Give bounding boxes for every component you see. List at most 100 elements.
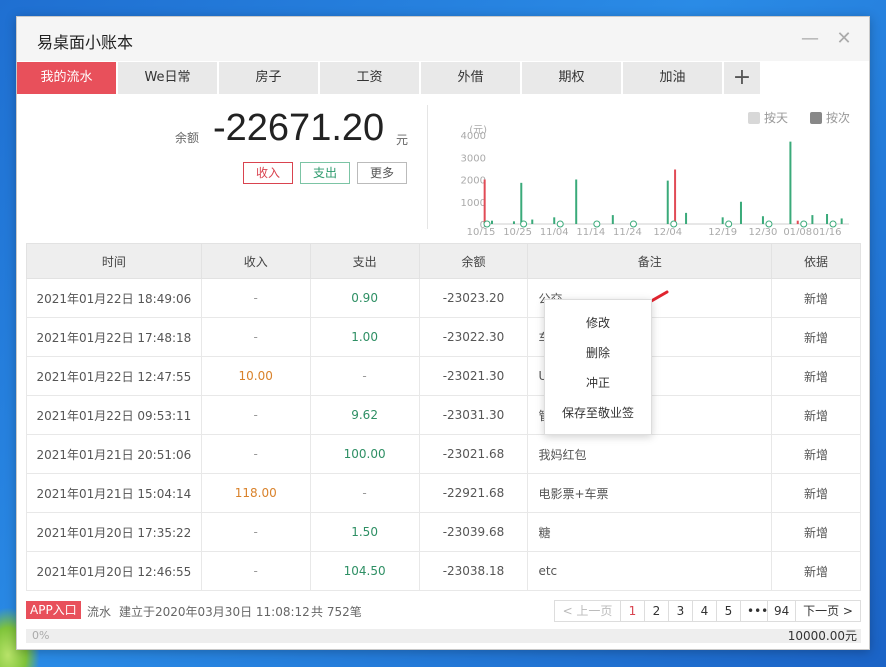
page-4[interactable]: 4 bbox=[692, 600, 717, 622]
table-row[interactable]: 2021年01月22日 18:49:06-0.90-23023.20公交新增 bbox=[26, 278, 861, 318]
cell-balance: -23031.30 bbox=[418, 395, 529, 435]
pagination: < 上一页 1 2 3 4 5 ••• 94 下一页 > bbox=[554, 600, 861, 622]
cell-time: 2021年01月21日 20:51:06 bbox=[26, 434, 202, 474]
cell-expense: 1.50 bbox=[309, 512, 420, 552]
page-5[interactable]: 5 bbox=[716, 600, 741, 622]
menu-item-reverse[interactable]: 冲正 bbox=[545, 368, 651, 398]
cell-income: 10.00 bbox=[200, 356, 311, 396]
cell-income: - bbox=[200, 317, 311, 357]
table-row[interactable]: 2021年01月21日 15:04:14 118.00- -22921.68 电影票+… bbox=[26, 473, 861, 513]
next-page-button[interactable]: 下一页 > bbox=[795, 600, 861, 622]
more-button[interactable]: 更多 bbox=[357, 162, 407, 184]
tab-options[interactable]: 期权 bbox=[522, 62, 621, 94]
col-note[interactable]: 备注 bbox=[527, 243, 773, 279]
tab-fuel[interactable]: 加油 bbox=[623, 62, 722, 94]
tab-my-flow[interactable]: 我的流水 bbox=[17, 62, 116, 94]
cell-basis: 新增 bbox=[771, 434, 861, 474]
balance-unit: 元 bbox=[396, 133, 409, 147]
cell-time: 2021年01月22日 17:48:18 bbox=[26, 317, 202, 357]
cell-time: 2021年01月22日 12:47:55 bbox=[26, 356, 202, 396]
table-row[interactable]: 2021年01月21日 20:51:06-100.00 -23021.68 我妈红包… bbox=[26, 434, 861, 474]
x-tick-label: 11/14 bbox=[576, 227, 605, 235]
close-icon[interactable]: ✕ bbox=[832, 27, 856, 51]
table-row[interactable]: 2021年01月22日 09:53:11-9.62-23031.30管新增 bbox=[26, 395, 861, 435]
cell-expense: 104.50 bbox=[309, 551, 420, 591]
budget-total: 10000.00元 bbox=[787, 629, 857, 643]
x-tick-label: 10/25 bbox=[503, 227, 532, 235]
footer-bar: APP入口 流水 建立于2020年03月30日 11:08:12 共 752笔 … bbox=[26, 600, 861, 622]
page-1[interactable]: 1 bbox=[620, 600, 645, 622]
table-row[interactable]: 2021年01月22日 12:47:55 10.00- -23021.30 U 新增 bbox=[26, 356, 861, 396]
cell-time: 2021年01月22日 09:53:11 bbox=[26, 395, 202, 435]
y-tick-label: 2000 bbox=[461, 176, 486, 187]
table-row[interactable]: 2021年01月20日 17:35:22-1.50 -23039.68 糖新增 bbox=[26, 512, 861, 552]
tab-house[interactable]: 房子 bbox=[219, 62, 318, 94]
axis-marker bbox=[829, 220, 837, 228]
axis-marker bbox=[483, 220, 491, 228]
col-balance[interactable]: 余额 bbox=[418, 243, 529, 279]
tab-loan[interactable]: 外借 bbox=[421, 62, 520, 94]
menu-item-save-to-note[interactable]: 保存至敬业签 bbox=[545, 398, 651, 428]
income-button[interactable]: 收入 bbox=[243, 162, 293, 184]
menu-item-edit[interactable]: 修改 bbox=[545, 308, 651, 338]
x-tick-label: 12/04 bbox=[653, 227, 682, 235]
cell-time: 2021年01月20日 17:35:22 bbox=[26, 512, 202, 552]
cell-basis: 新增 bbox=[771, 356, 861, 396]
created-date: 建立于2020年03月30日 11:08:12 bbox=[119, 605, 310, 619]
table-row[interactable]: 2021年01月22日 17:48:18-1.00-23022.30车新增 bbox=[26, 317, 861, 357]
tab-we-daily[interactable]: We日常 bbox=[118, 62, 217, 94]
cell-basis: 新增 bbox=[771, 395, 861, 435]
cell-time: 2021年01月20日 12:46:55 bbox=[26, 551, 202, 591]
cell-basis: 新增 bbox=[771, 278, 861, 318]
app-window: 易桌面小账本 — ✕ 我的流水 We日常 房子 工资 外借 期权 加油 + 余额… bbox=[16, 16, 870, 650]
ledger-name: 流水 bbox=[87, 605, 112, 619]
summary-divider bbox=[427, 105, 428, 229]
cell-basis: 新增 bbox=[771, 551, 861, 591]
x-tick-label: 10/15 bbox=[467, 227, 496, 235]
page-3[interactable]: 3 bbox=[668, 600, 693, 622]
col-income[interactable]: 收入 bbox=[200, 243, 311, 279]
page-2[interactable]: 2 bbox=[644, 600, 669, 622]
cell-income: - bbox=[200, 551, 311, 591]
y-tick-label: 1000 bbox=[461, 198, 486, 209]
trend-chart: (元)4000300020001000010/15 10/25 11/04 11/14… bbox=[461, 125, 849, 235]
cell-expense: 100.00 bbox=[309, 434, 420, 474]
cell-basis: 新增 bbox=[771, 512, 861, 552]
prev-page-button[interactable]: < 上一页 bbox=[554, 600, 621, 622]
cell-balance: -23022.30 bbox=[418, 317, 529, 357]
balance-label: 余额 bbox=[175, 131, 200, 145]
x-tick-label: 11/04 bbox=[540, 227, 569, 235]
table-row[interactable]: 2021年01月20日 12:46:55-104.50 -23038.18 etc 新… bbox=[26, 551, 861, 591]
app-entry-button[interactable]: APP入口 bbox=[26, 601, 81, 619]
col-basis[interactable]: 依据 bbox=[771, 243, 861, 279]
balance-value: -22671.20 bbox=[213, 107, 385, 149]
cell-time: 2021年01月22日 18:49:06 bbox=[26, 278, 202, 318]
col-expense[interactable]: 支出 bbox=[309, 243, 420, 279]
axis-marker bbox=[593, 220, 601, 228]
menu-item-delete[interactable]: 删除 bbox=[545, 338, 651, 368]
axis-marker bbox=[725, 220, 733, 228]
cell-balance: -23038.18 bbox=[418, 551, 529, 591]
x-tick-label: 12/19 bbox=[708, 227, 737, 235]
ledger-table: 时间 收入 支出 余额 备注 依据 2021年01月22日 18:49:06-0… bbox=[26, 243, 861, 591]
budget-progress: 0% 10000.00元 bbox=[26, 629, 861, 643]
cell-balance: -22921.68 bbox=[418, 473, 529, 513]
axis-marker bbox=[556, 220, 564, 228]
context-menu: 修改 删除 冲正 保存至敬业签 bbox=[544, 299, 652, 435]
cell-income: - bbox=[200, 395, 311, 435]
y-tick-label: 4000 bbox=[461, 131, 486, 142]
col-time[interactable]: 时间 bbox=[26, 243, 202, 279]
axis-marker bbox=[765, 220, 773, 228]
y-tick-label: 3000 bbox=[461, 153, 486, 164]
cell-balance: -23021.30 bbox=[418, 356, 529, 396]
cell-income: - bbox=[200, 512, 311, 552]
page-94[interactable]: 94 bbox=[767, 600, 796, 622]
minimize-icon[interactable]: — bbox=[798, 27, 822, 51]
x-tick-label: 12/30 bbox=[749, 227, 778, 235]
cell-basis: 新增 bbox=[771, 473, 861, 513]
tab-salary[interactable]: 工资 bbox=[320, 62, 419, 94]
expense-button[interactable]: 支出 bbox=[300, 162, 350, 184]
add-tab-icon[interactable]: + bbox=[724, 62, 760, 94]
ledger-tabs: 我的流水 We日常 房子 工资 外借 期权 加油 + bbox=[17, 62, 869, 94]
cell-note: 我妈红包 bbox=[527, 434, 773, 474]
